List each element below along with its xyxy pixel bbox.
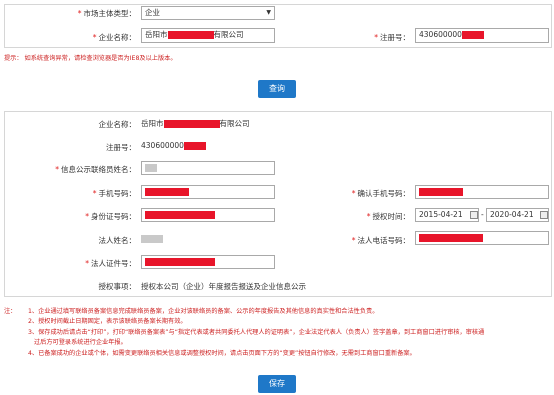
- reg-no-label: * 注册号：: [340, 32, 410, 43]
- required-mark: *: [85, 259, 89, 268]
- save-button[interactable]: 保存: [258, 375, 296, 393]
- note-item: 1、企业通过填写联络员备案信息完成联络员备案，企业对该联络员的备案、公示的年度报…: [28, 308, 379, 315]
- detail-company-suffix: 有限公司: [219, 119, 250, 128]
- required-mark: *: [92, 189, 97, 198]
- detail-reg-prefix: 430600000: [141, 141, 184, 150]
- legal-id-input[interactable]: [141, 255, 275, 269]
- auth-end-value: 2020-04-21: [490, 210, 534, 219]
- legal-phone-input[interactable]: [415, 231, 549, 245]
- auth-item-label: 授权事项：: [98, 282, 137, 291]
- id-no-label: * 身份证号码：: [60, 211, 136, 222]
- redaction-block: [167, 31, 214, 39]
- redaction-block: [461, 31, 484, 39]
- note-item: 4、已备案成功的企业或个体，如需变更联络员相关信息或调整授权时间，请点击页面下方…: [28, 349, 416, 357]
- entity-type-select[interactable]: 企业 ▼: [141, 6, 275, 20]
- redaction-block: [145, 188, 189, 196]
- required-mark: *: [85, 212, 89, 221]
- phone-input[interactable]: [141, 185, 275, 199]
- company-name-input[interactable]: 岳阳市 有限公司: [141, 28, 275, 43]
- note-item: 2、授权时间截止日期固定，表示该联络员备案长期有效。: [28, 318, 187, 326]
- phone-label-text: 手机号码：: [98, 189, 137, 198]
- redaction-block: [419, 188, 463, 196]
- redaction-block: [163, 120, 220, 128]
- confirm-phone-label-text: 确认手机号码：: [357, 189, 411, 198]
- company-name-label-text: 企业名称：: [98, 33, 137, 42]
- legal-name-label: 法人姓名：: [98, 236, 137, 245]
- notes-list: 1、企业通过填写联络员备案信息完成联络员备案，企业对该联络员的备案、公示的年度报…: [28, 307, 550, 359]
- detail-company-prefix: 岳阳市: [141, 119, 164, 128]
- redaction-block: [141, 235, 163, 243]
- query-button[interactable]: 查询: [258, 80, 296, 98]
- auth-time-label-text: 授权时间：: [372, 212, 411, 221]
- entity-type-label: * 市场主体类型：: [60, 8, 136, 19]
- required-mark: *: [92, 33, 97, 42]
- liaison-name-input[interactable]: [141, 161, 275, 175]
- hint-text: 提示： 如系统查询异常，请检查浏览器是否为IE8及以上版本。: [4, 55, 177, 62]
- legal-phone-label: * 法人电话号码：: [330, 235, 410, 246]
- notes-prefix: 注：: [4, 308, 17, 315]
- note-item: 3、保存成功后请点击“打印”，打印“联络员备案表”与“指定代表或者共同委托人代理…: [28, 328, 485, 336]
- redaction-block: [183, 142, 206, 150]
- required-mark: *: [351, 236, 356, 245]
- required-mark: *: [374, 33, 378, 42]
- entity-type-value: 企业: [145, 8, 160, 17]
- reg-no-input[interactable]: 430600000: [415, 28, 549, 43]
- legal-id-label-text: 法人证件号：: [91, 259, 136, 268]
- legal-phone-label-text: 法人电话号码：: [357, 236, 411, 245]
- chevron-down-icon: ▼: [266, 9, 271, 16]
- id-no-input[interactable]: [141, 208, 275, 222]
- auth-time-label: * 授权时间：: [330, 211, 410, 222]
- calendar-icon[interactable]: [470, 211, 478, 219]
- company-name-label: * 企业名称：: [60, 32, 136, 43]
- detail-reg-value: 430600000: [141, 141, 206, 150]
- legal-name-value: [141, 234, 163, 243]
- entity-type-label-text: 市场主体类型：: [83, 9, 137, 18]
- note-item: 过后方可登录系统进行企业年报。: [34, 339, 127, 347]
- detail-company-label: 企业名称：: [98, 120, 137, 129]
- liaison-name-label: * 信息公示联络员姓名：: [40, 164, 136, 175]
- auth-item-value: 授权本公司（企业）年度报告报送及企业信息公示: [141, 282, 306, 291]
- id-no-label-text: 身份证号码：: [91, 212, 136, 221]
- required-mark: *: [351, 189, 356, 198]
- redaction-block: [145, 211, 215, 219]
- required-mark: *: [366, 212, 371, 221]
- company-name-prefix: 岳阳市: [145, 30, 168, 39]
- detail-company-value: 岳阳市 有限公司: [141, 118, 250, 129]
- redaction-block: [419, 234, 483, 242]
- calendar-icon[interactable]: [540, 211, 548, 219]
- legal-id-label: * 法人证件号：: [60, 258, 136, 269]
- phone-label: * 手机号码：: [60, 188, 136, 199]
- reg-no-label-text: 注册号：: [380, 33, 410, 42]
- redaction-block: [145, 164, 157, 172]
- required-mark: *: [77, 9, 82, 18]
- auth-start-value: 2015-04-21: [419, 210, 463, 219]
- required-mark: *: [55, 165, 59, 174]
- confirm-phone-input[interactable]: [415, 185, 549, 199]
- auth-separator: -: [481, 210, 484, 219]
- liaison-name-label-text: 信息公示联络员姓名：: [61, 165, 136, 174]
- reg-no-prefix: 430600000: [419, 30, 462, 39]
- redaction-block: [145, 258, 215, 266]
- detail-reg-label: 注册号：: [106, 143, 136, 152]
- company-name-suffix: 有限公司: [213, 30, 244, 39]
- confirm-phone-label: * 确认手机号码：: [330, 188, 410, 199]
